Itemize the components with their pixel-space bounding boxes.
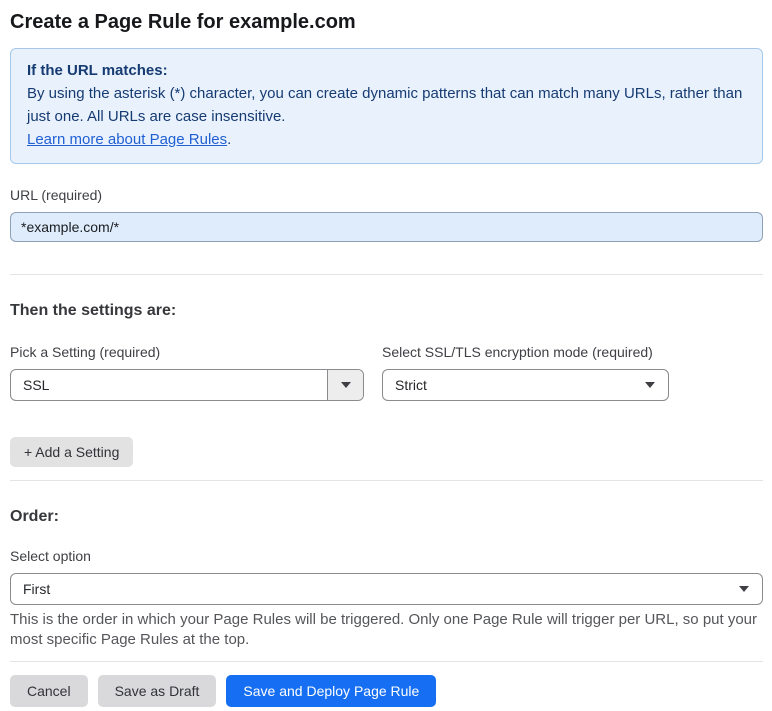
pick-setting-label: Pick a Setting (required) [10, 344, 161, 360]
order-select[interactable]: First [10, 573, 763, 605]
encryption-mode-label: Select SSL/TLS encryption mode (required… [382, 344, 653, 360]
link-suffix: . [227, 131, 232, 148]
page-title: Create a Page Rule for example.com [10, 11, 356, 33]
pick-setting-value: SSL [23, 377, 50, 393]
url-input[interactable] [10, 212, 763, 242]
divider [10, 661, 763, 662]
encryption-mode-value: Strict [395, 377, 427, 393]
order-helper-text: This is the order in which your Page Rul… [10, 611, 758, 648]
settings-section-heading: Then the settings are: [10, 302, 177, 319]
info-box-body: By using the asterisk (*) character, you… [27, 85, 743, 125]
url-field-label: URL (required) [10, 187, 103, 203]
save-and-deploy-button[interactable]: Save and Deploy Page Rule [226, 675, 437, 707]
order-select-label: Select option [10, 548, 91, 564]
encryption-mode-select[interactable]: Strict [382, 369, 669, 401]
save-as-draft-button[interactable]: Save as Draft [97, 675, 217, 707]
add-setting-button[interactable]: + Add a Setting [10, 437, 134, 467]
dropdown-arrow-button[interactable] [327, 370, 363, 400]
divider [10, 274, 763, 275]
settings-row: Pick a Setting (required) SSL Select SSL… [10, 343, 763, 401]
chevron-down-icon [739, 586, 749, 592]
order-select-value: First [23, 581, 51, 597]
learn-more-link[interactable]: Learn more about Page Rules [27, 131, 227, 148]
chevron-down-icon [645, 382, 655, 388]
chevron-down-icon [340, 382, 351, 388]
url-match-info-box: If the URL matches: By using the asteris… [10, 48, 763, 164]
footer-buttons: Cancel Save as Draft Save and Deploy Pag… [10, 675, 763, 707]
pick-setting-select[interactable]: SSL [10, 369, 364, 401]
divider [10, 480, 763, 481]
cancel-button[interactable]: Cancel [10, 675, 88, 707]
info-box-heading: If the URL matches: [27, 62, 168, 79]
order-section-heading: Order: [10, 508, 59, 525]
